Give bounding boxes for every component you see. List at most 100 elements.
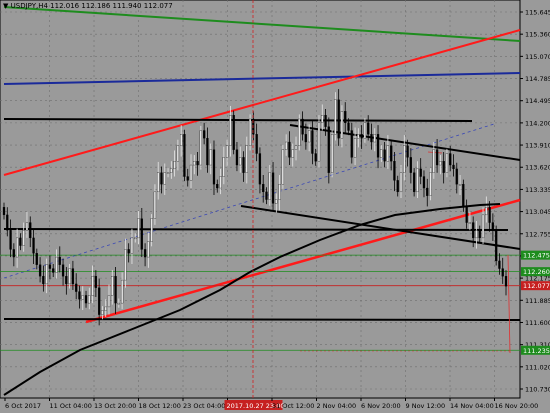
candle-body[interactable] (140, 218, 143, 250)
candle-body[interactable] (291, 149, 294, 158)
candle-body[interactable] (65, 276, 68, 285)
black-horizontal-mid[interactable] (3, 228, 509, 231)
candle-body[interactable] (347, 122, 350, 131)
candle-body[interactable] (124, 249, 127, 281)
candle-body[interactable] (163, 172, 166, 185)
candle-body[interactable] (147, 241, 150, 258)
candle-body[interactable] (150, 218, 153, 242)
candle-body[interactable] (409, 157, 412, 173)
candle-body[interactable] (248, 118, 252, 146)
candle-body[interactable] (452, 164, 455, 170)
candle-body[interactable] (258, 153, 262, 185)
candle-body[interactable] (9, 230, 12, 250)
chart-window[interactable]: 115.645 115.360 115.070 114.785 114.495 114.2… (0, 0, 550, 413)
candle-body[interactable] (353, 138, 357, 158)
candle-body[interactable] (160, 172, 163, 185)
candle-body[interactable] (481, 214, 485, 239)
candle-body[interactable] (396, 180, 399, 193)
candle-body[interactable] (206, 138, 209, 166)
plot-area[interactable] (0, 0, 521, 399)
candle-body[interactable] (488, 207, 491, 223)
candle-body[interactable] (193, 161, 196, 166)
symbol-dropdown-icon[interactable]: ▼ (3, 2, 8, 10)
candle-body[interactable] (22, 230, 25, 246)
candle-body[interactable] (166, 172, 170, 174)
candle-body[interactable] (48, 264, 52, 269)
candle-body[interactable] (301, 118, 304, 135)
candle-body[interactable] (321, 115, 324, 123)
candle-body[interactable] (45, 264, 48, 285)
candle-body[interactable] (498, 260, 501, 269)
candle-body[interactable] (478, 230, 481, 239)
candle-body[interactable] (485, 207, 488, 216)
candle-body[interactable] (242, 157, 245, 173)
candle-body[interactable] (344, 111, 347, 123)
candle-body[interactable] (363, 122, 367, 139)
candle-body[interactable] (232, 115, 235, 150)
candle-body[interactable] (314, 153, 317, 162)
candle-body[interactable] (330, 134, 334, 173)
candle-body[interactable] (406, 145, 409, 158)
candle-body[interactable] (426, 187, 429, 196)
candle-body[interactable] (6, 214, 9, 231)
candle-body[interactable] (429, 172, 432, 196)
candle-body[interactable] (55, 256, 58, 273)
candle-body[interactable] (465, 207, 468, 223)
candle-body[interactable] (504, 276, 508, 287)
candle-body[interactable] (38, 264, 42, 277)
candle-body[interactable] (134, 237, 137, 240)
candle-body[interactable] (390, 145, 393, 162)
candle-body[interactable] (81, 295, 84, 300)
candle-body[interactable] (88, 295, 91, 304)
candle-body[interactable] (393, 161, 396, 181)
candle-body[interactable] (157, 172, 160, 193)
candle-body[interactable] (111, 276, 114, 296)
candle-body[interactable] (373, 134, 376, 143)
candle-body[interactable] (357, 134, 360, 139)
candle-body[interactable] (334, 99, 337, 135)
candle-body[interactable] (186, 176, 189, 181)
candle-body[interactable] (294, 145, 298, 150)
candle-body[interactable] (120, 279, 124, 304)
price-chart[interactable]: 115.645 115.360 115.070 114.785 114.495 114.2… (0, 0, 550, 413)
candle-body[interactable] (288, 141, 291, 158)
candle-body[interactable] (350, 130, 353, 158)
candle-body[interactable] (196, 161, 199, 166)
candle-body[interactable] (308, 130, 311, 143)
candle-body[interactable] (222, 157, 225, 177)
candle-body[interactable] (281, 149, 285, 185)
candle-body[interactable] (304, 134, 307, 143)
candle-body[interactable] (455, 168, 458, 185)
candle-body[interactable] (380, 149, 383, 158)
candle-body[interactable] (104, 306, 107, 311)
candle-body[interactable] (107, 295, 111, 308)
candle-body[interactable] (285, 141, 288, 150)
candle-body[interactable] (262, 184, 265, 193)
candle-body[interactable] (94, 276, 98, 288)
candle-body[interactable] (245, 145, 248, 173)
candle-body[interactable] (127, 249, 130, 254)
candle-body[interactable] (71, 268, 75, 285)
black-horizontal-support[interactable] (3, 318, 521, 321)
candle-body[interactable] (239, 157, 242, 166)
candle-body[interactable] (101, 310, 104, 315)
candle-body[interactable] (370, 134, 373, 143)
candle-body[interactable] (219, 176, 222, 189)
candle-body[interactable] (416, 168, 419, 193)
candle-body[interactable] (176, 145, 180, 162)
candle-body[interactable] (137, 218, 140, 239)
candle-body[interactable] (271, 172, 275, 204)
candle-body[interactable] (327, 126, 330, 173)
candle-body[interactable] (442, 161, 445, 173)
candle-body[interactable] (84, 295, 88, 304)
candle-body[interactable] (298, 118, 301, 146)
candle-body[interactable] (419, 168, 422, 177)
candle-body[interactable] (337, 99, 340, 139)
candle-body[interactable] (265, 191, 268, 200)
candle-body[interactable] (212, 149, 216, 185)
candle-body[interactable] (495, 230, 498, 262)
candle-body[interactable] (235, 149, 239, 166)
candle-body[interactable] (383, 149, 386, 162)
candle-body[interactable] (209, 149, 212, 166)
candle-body[interactable] (439, 161, 442, 166)
